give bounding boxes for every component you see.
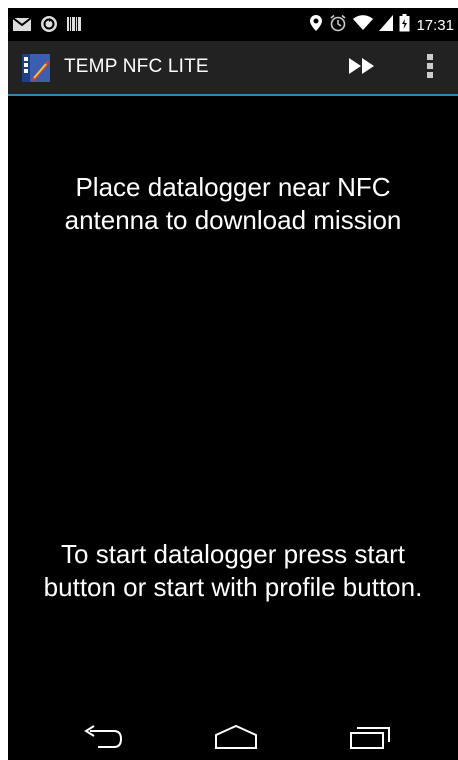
navigation-bar (8, 708, 458, 760)
back-button[interactable] (72, 722, 132, 756)
home-button[interactable] (206, 722, 266, 756)
sync-icon (40, 15, 58, 38)
tecno-app-icon[interactable] (22, 54, 50, 82)
signal-icon (379, 15, 394, 36)
home-icon (213, 724, 259, 755)
action-bar: TEMP NFC LITE (8, 41, 458, 96)
alarm-icon (329, 14, 347, 37)
download-instructions: Place datalogger near NFC antenna to dow… (64, 172, 402, 235)
status-bar: 17:31 (8, 8, 458, 41)
recents-button[interactable] (340, 722, 400, 756)
start-instructions: To start datalogger press start button o… (43, 539, 423, 602)
overflow-menu-button[interactable] (410, 51, 450, 85)
gmail-icon (12, 16, 32, 37)
overflow-menu-icon (426, 53, 434, 84)
app-title: TEMP NFC LITE (64, 56, 209, 77)
status-time: 17:31 (416, 16, 454, 34)
wifi-icon (353, 15, 374, 36)
recents-icon (349, 724, 391, 755)
battery-icon (399, 14, 410, 37)
status-notifications (12, 15, 82, 38)
fast-forward-button[interactable] (338, 51, 386, 85)
location-icon (309, 14, 323, 37)
barcode-icon (66, 16, 82, 37)
app-screen: 17:31 TEMP NFC LITE Place datalogger nea… (8, 8, 458, 760)
status-system: 17:31 (309, 14, 454, 37)
back-icon (80, 724, 124, 754)
fast-forward-icon (348, 57, 376, 80)
